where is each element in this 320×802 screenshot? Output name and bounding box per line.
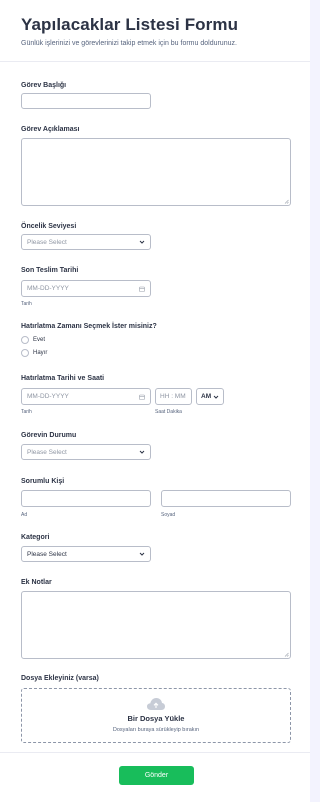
radio-option-evet[interactable]: Evet	[21, 336, 45, 344]
form-subtitle: Günlük işlerinizi ve görevlerinizi takip…	[21, 40, 237, 47]
reminder-time-sublabel: Saat Dakika	[155, 409, 182, 415]
task-status-label: Görevin Durumu	[21, 432, 77, 439]
radio-option-hayir[interactable]: Hayır	[21, 349, 47, 357]
category-label: Kategori	[21, 534, 50, 541]
upload-title: Bir Dosya Yükle	[127, 714, 185, 723]
task-description-textarea[interactable]	[21, 138, 291, 206]
radio-label-hayir: Hayır	[33, 350, 48, 356]
notes-textarea[interactable]	[21, 591, 291, 659]
responsible-label: Sorumlu Kişi	[21, 478, 65, 485]
due-date-placeholder: MM-DD-YYYY	[27, 285, 69, 292]
chevron-down-icon	[212, 393, 220, 401]
last-name-sublabel: Soyad	[161, 512, 176, 518]
resize-handle-icon[interactable]	[284, 652, 289, 657]
task-title-label: Görev Başlığı	[21, 82, 67, 89]
chevron-down-icon	[138, 238, 146, 246]
reminder-date-input[interactable]: MM-DD-YYYY	[21, 388, 151, 405]
form-header: Yapılacaklar Listesi Formu Günlük işleri…	[21, 14, 298, 49]
form-title: Yapılacaklar Listesi Formu	[21, 15, 239, 34]
cloud-upload-icon	[146, 697, 166, 711]
due-date-label: Son Teslim Tarihi	[21, 267, 79, 274]
reminder-date-placeholder: MM-DD-YYYY	[27, 393, 69, 400]
due-date-input[interactable]: MM-DD-YYYY	[21, 280, 151, 297]
chevron-down-icon	[138, 448, 146, 456]
header-divider	[0, 61, 310, 62]
first-name-sublabel: Ad	[21, 512, 28, 518]
radio-button[interactable]	[21, 349, 29, 357]
priority-selected-value: Please Select	[27, 238, 67, 246]
notes-label: Ek Notlar	[21, 579, 52, 586]
ampm-select[interactable]: AM	[196, 388, 224, 405]
reminder-datetime-label: Hatırlatma Tarihi ve Saati	[21, 375, 105, 382]
priority-select[interactable]: Please Select	[21, 234, 151, 250]
chevron-down-icon	[138, 550, 146, 558]
task-title-input[interactable]	[21, 93, 151, 109]
calendar-icon[interactable]	[139, 286, 145, 292]
category-selected-value: Please Select	[27, 550, 67, 558]
resize-handle-icon[interactable]	[284, 199, 289, 204]
task-status-select[interactable]: Please Select	[21, 444, 151, 460]
reminder-time-input[interactable]: HH : MM	[155, 388, 192, 405]
last-name-input[interactable]	[161, 490, 291, 507]
task-status-selected-value: Please Select	[27, 448, 67, 456]
ampm-selected-value: AM	[201, 393, 212, 400]
reminder-time-placeholder: HH : MM	[160, 393, 186, 400]
reminder-date-sublabel: Tarih	[21, 409, 32, 415]
form-card: Yapılacaklar Listesi Formu Günlük işleri…	[0, 0, 310, 802]
task-description-label: Görev Açıklaması	[21, 126, 80, 133]
category-select[interactable]: Please Select	[21, 546, 151, 562]
footer-divider	[0, 752, 310, 753]
submit-button[interactable]: Gönder	[119, 766, 194, 785]
priority-label: Öncelik Seviyesi	[21, 223, 77, 230]
upload-hint: Dosyaları buraya sürükleyip bırakın	[112, 727, 200, 733]
first-name-input[interactable]	[21, 490, 151, 507]
radio-label-evet: Evet	[33, 337, 46, 343]
reminder-choice-label: Hatırlatma Zamanı Seçmek İster misiniz?	[21, 323, 157, 330]
radio-button[interactable]	[21, 336, 29, 344]
due-date-sublabel: Tarih	[21, 301, 32, 307]
calendar-icon[interactable]	[139, 394, 145, 400]
attachment-label: Dosya Ekleyiniz (varsa)	[21, 675, 99, 682]
